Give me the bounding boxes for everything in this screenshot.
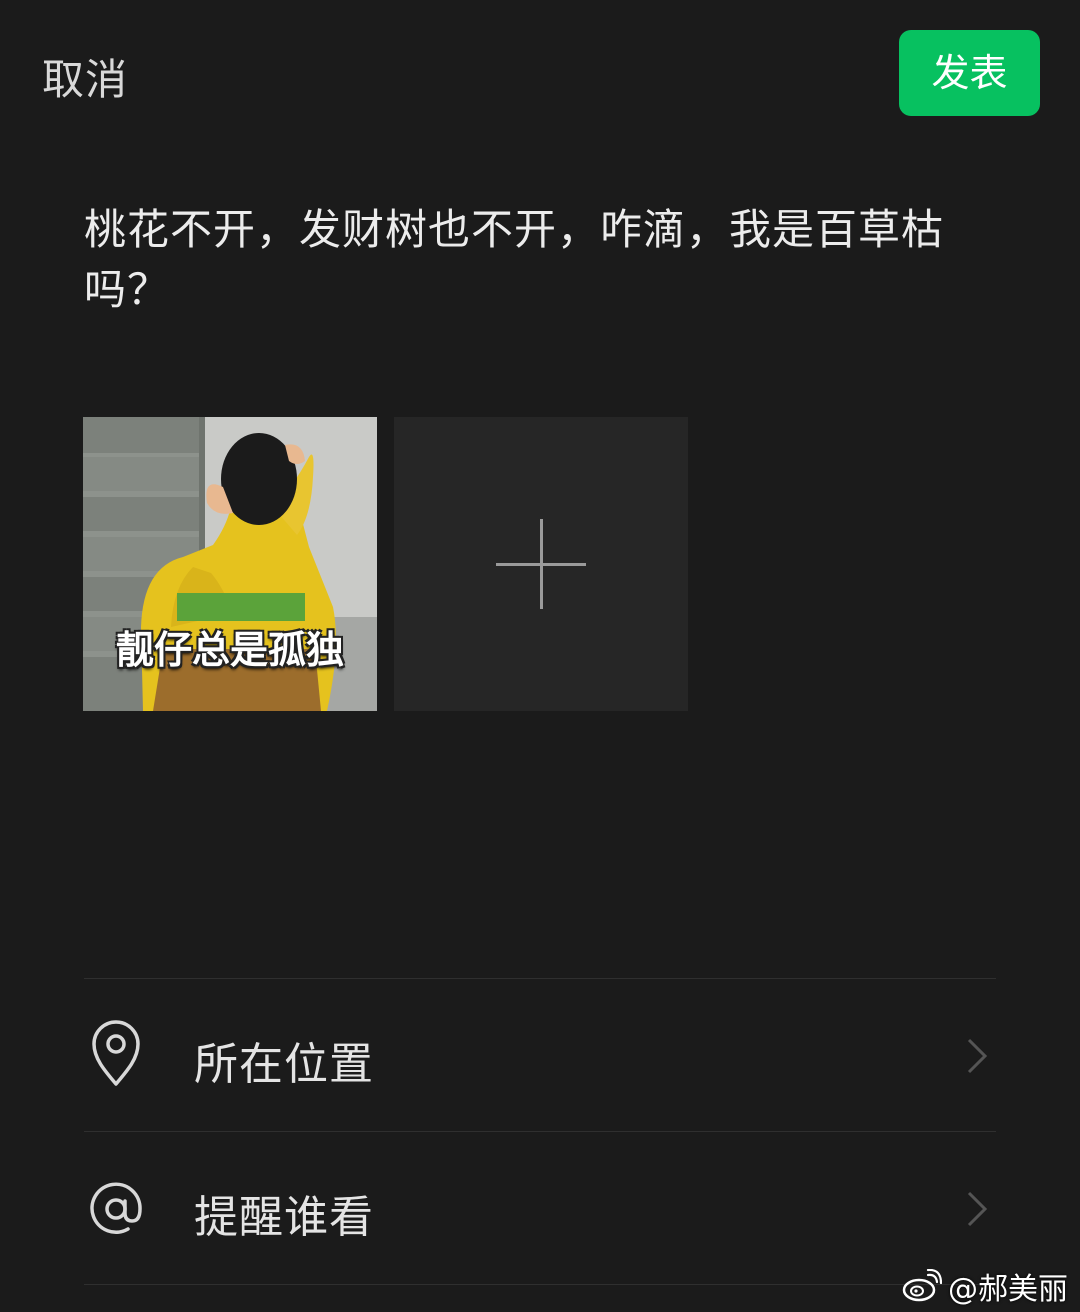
at-sign-icon	[84, 1133, 148, 1285]
cancel-button[interactable]: 取消	[42, 46, 128, 107]
location-pin-icon	[84, 980, 148, 1132]
chevron-right-icon	[964, 1189, 990, 1229]
location-label: 所在位置	[194, 1039, 374, 1090]
publish-button[interactable]: 发表	[899, 30, 1040, 116]
divider	[84, 978, 996, 979]
top-bar: 取消 发表	[0, 0, 1080, 140]
thumbnail-caption: 靓仔总是孤独	[115, 628, 344, 672]
divider	[84, 1284, 996, 1285]
mention-row[interactable]: 提醒谁看	[84, 1133, 996, 1285]
weibo-logo-icon	[902, 1269, 942, 1302]
location-row[interactable]: 所在位置	[84, 980, 996, 1132]
plus-icon-vertical	[540, 519, 543, 609]
watermark: @郝美丽	[902, 1264, 1068, 1308]
post-text-input[interactable]: 桃花不开，发财树也不开，咋滴，我是百草枯吗？	[84, 200, 1004, 320]
chevron-right-icon	[964, 1036, 990, 1076]
image-thumbnail[interactable]: 靓仔总是孤独	[83, 417, 377, 711]
divider	[84, 1131, 996, 1132]
mention-label: 提醒谁看	[194, 1192, 374, 1243]
add-media-button[interactable]	[394, 417, 688, 711]
watermark-text: @郝美丽	[948, 1272, 1068, 1307]
